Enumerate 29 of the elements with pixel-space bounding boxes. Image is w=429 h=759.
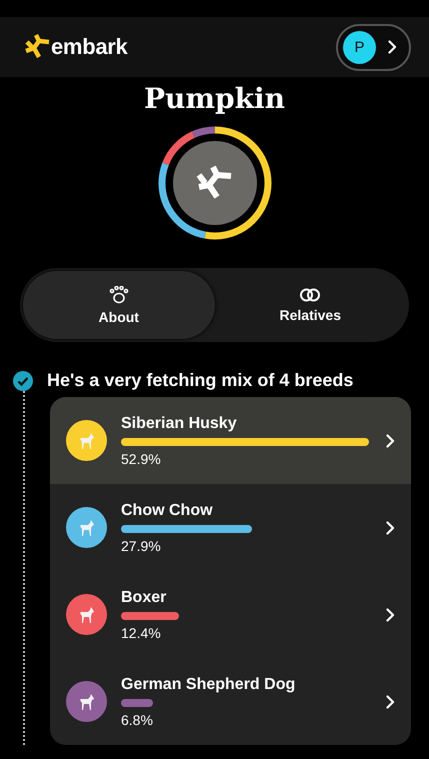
paw-icon xyxy=(108,286,129,304)
tab[interactable]: About xyxy=(23,271,214,339)
breed-percent: 52.9% xyxy=(121,450,162,466)
dog-name: Pumpkin xyxy=(142,82,286,115)
breed-bar xyxy=(121,698,153,706)
avatar: P xyxy=(343,30,376,64)
breed-row[interactable]: German Shepherd Dog 6.8% xyxy=(50,658,411,745)
breed-row[interactable]: Siberian Husky 52.9% xyxy=(50,397,411,484)
chevron-icon xyxy=(386,608,395,622)
mix-heading: He's a very fetching mix of 4 breeds xyxy=(47,370,354,391)
profile-button[interactable]: P xyxy=(336,24,411,70)
breed-row[interactable]: Chow Chow 27.9% xyxy=(50,484,411,571)
chevron-icon xyxy=(386,520,395,534)
chevron-icon xyxy=(386,434,395,448)
breed-percent: 6.8% xyxy=(121,712,154,728)
breed-name: Chow Chow xyxy=(121,502,214,520)
tab[interactable]: Relatives xyxy=(214,271,406,339)
breed-row[interactable]: Boxer 12.4% xyxy=(50,571,411,658)
logo-text: embark xyxy=(51,34,128,60)
breed-name: German Shepherd Dog xyxy=(121,676,296,694)
chevron-icon xyxy=(386,694,395,708)
breed-name: Boxer xyxy=(121,588,168,606)
breed-percent: 27.9% xyxy=(121,538,162,554)
chevron-icon xyxy=(388,40,397,54)
breed-name: Siberian Husky xyxy=(121,414,238,432)
breed-bar xyxy=(121,612,180,620)
rings-icon xyxy=(299,288,322,302)
breed-percent: 12.4% xyxy=(121,624,162,640)
logo-icon xyxy=(24,34,50,60)
